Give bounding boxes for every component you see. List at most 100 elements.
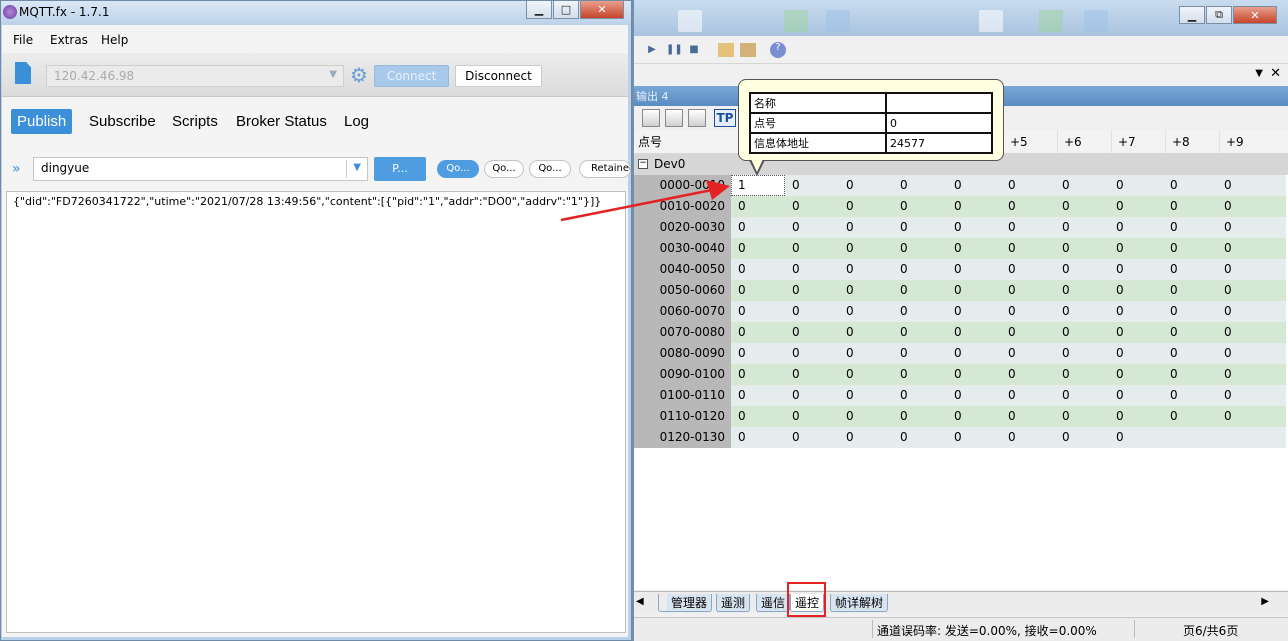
point-value-cell[interactable]: 0 [785, 196, 800, 217]
point-value-cell[interactable]: 0 [785, 238, 800, 259]
connection-profile-icon[interactable] [15, 62, 31, 84]
point-value-cell[interactable]: 0 [1001, 175, 1016, 196]
point-value-cell[interactable]: 0 [1217, 280, 1232, 301]
view-icon[interactable] [688, 109, 706, 127]
mqttfx-titlebar[interactable]: MQTT.fx - 1.7.1 ▁ □ ✕ [1, 1, 631, 25]
point-value-cell[interactable]: 0 [785, 364, 800, 385]
table-row[interactable]: 0010-0020 0 0 0 0 0 0 0 0 0 0 [634, 196, 1288, 217]
table-row[interactable]: 0040-0050 0 0 0 0 0 0 0 0 0 0 [634, 259, 1288, 280]
point-value-cell[interactable]: 0 [839, 343, 854, 364]
point-value-cell[interactable]: 0 [1109, 364, 1124, 385]
point-value-cell[interactable]: 0 [1217, 196, 1232, 217]
point-value-cell[interactable]: 0 [893, 385, 908, 406]
point-value-cell[interactable]: 0 [1109, 301, 1124, 322]
point-value-cell[interactable]: 0 [1001, 301, 1016, 322]
app-icon[interactable] [1039, 10, 1063, 32]
scroll-left-icon[interactable]: ◀ [636, 596, 644, 607]
point-value-cell[interactable]: 0 [839, 280, 854, 301]
table-row[interactable]: 0030-0040 0 0 0 0 0 0 0 0 0 0 [634, 238, 1288, 259]
table-row[interactable]: 0070-0080 0 0 0 0 0 0 0 0 0 0 [634, 322, 1288, 343]
point-value-cell[interactable]: 0 [1055, 343, 1070, 364]
point-value-cell[interactable]: 0 [893, 301, 908, 322]
broker-select[interactable]: 120.42.46.98 ▼ [46, 65, 344, 87]
point-value-cell[interactable]: 0 [731, 385, 746, 406]
settings-icon[interactable] [740, 43, 756, 57]
table-row[interactable]: 0100-0110 0 0 0 0 0 0 0 0 0 0 [634, 385, 1288, 406]
point-value-cell[interactable]: 0 [839, 175, 854, 196]
point-value-cell[interactable]: 0 [893, 280, 908, 301]
chevron-down-icon[interactable]: ▼ [1255, 68, 1263, 79]
topic-input[interactable]: dingyue ▼ [33, 157, 368, 181]
app-icon[interactable] [678, 10, 702, 32]
play-icon[interactable]: ▶ [646, 44, 658, 56]
point-value-cell[interactable]: 0 [1163, 217, 1178, 238]
point-value-cell[interactable]: 0 [785, 217, 800, 238]
tab-telesignal[interactable]: 遥信 [756, 594, 791, 612]
help-icon[interactable]: ? [770, 42, 786, 58]
minimize-button[interactable]: ▁ [526, 1, 552, 19]
restore-button[interactable]: ⧉ [1206, 6, 1232, 24]
point-value-cell[interactable]: 0 [947, 343, 962, 364]
point-value-cell[interactable]: 0 [785, 343, 800, 364]
point-value-cell[interactable]: 0 [1109, 427, 1124, 448]
point-value-cell[interactable]: 0 [947, 406, 962, 427]
minimize-button[interactable]: ▁ [1179, 6, 1205, 24]
point-value-cell[interactable]: 0 [1001, 217, 1016, 238]
point-value-cell[interactable]: 0 [893, 238, 908, 259]
point-value-cell[interactable]: 0 [731, 196, 746, 217]
point-value-cell[interactable]: 0 [1163, 259, 1178, 280]
payload-editor[interactable]: {"did":"FD7260341722","utime":"2021/07/2… [6, 191, 626, 633]
point-value-cell[interactable]: 0 [731, 343, 746, 364]
stop-icon[interactable]: ■ [688, 44, 700, 56]
app-icon[interactable] [1084, 10, 1108, 32]
point-value-cell[interactable]: 0 [1001, 280, 1016, 301]
point-value-cell[interactable]: 0 [1055, 385, 1070, 406]
tab-manager[interactable]: 管理器 [658, 594, 713, 612]
qos2-button[interactable]: Qo... [529, 160, 571, 178]
qos0-button[interactable]: Qo... [437, 160, 479, 178]
connect-button[interactable]: Connect [374, 65, 449, 87]
table-row[interactable]: 0050-0060 0 0 0 0 0 0 0 0 0 0 [634, 280, 1288, 301]
point-value-cell[interactable]: 0 [1055, 301, 1070, 322]
point-value-cell[interactable]: 0 [1217, 322, 1232, 343]
point-value-cell[interactable]: 0 [1055, 406, 1070, 427]
tab-broker-status[interactable]: Broker Status [236, 109, 327, 134]
point-value-cell[interactable]: 0 [1163, 406, 1178, 427]
point-value-cell[interactable]: 0 [1001, 343, 1016, 364]
point-value-cell[interactable]: 0 [1055, 322, 1070, 343]
gear-icon[interactable]: ⚙ [348, 64, 370, 86]
point-value-cell[interactable]: 0 [893, 406, 908, 427]
point-value-cell[interactable]: 0 [1163, 385, 1178, 406]
menu-extras[interactable]: Extras [50, 33, 88, 47]
point-value-cell[interactable]: 0 [893, 217, 908, 238]
point-value-cell[interactable]: 0 [1001, 427, 1016, 448]
point-value-cell[interactable]: 0 [839, 322, 854, 343]
point-value-cell[interactable]: 0 [1109, 322, 1124, 343]
point-value-cell[interactable]: 0 [839, 217, 854, 238]
point-value-cell[interactable]: 0 [731, 301, 746, 322]
point-value-cell[interactable]: 0 [1109, 196, 1124, 217]
point-value-cell[interactable]: 0 [893, 196, 908, 217]
qos1-button[interactable]: Qo... [484, 160, 524, 178]
chevron-down-icon[interactable]: ▼ [353, 162, 361, 173]
point-value-cell[interactable]: 0 [731, 364, 746, 385]
tab-publish[interactable]: Publish [11, 109, 73, 134]
point-value-cell[interactable]: 0 [947, 385, 962, 406]
point-value-cell[interactable]: 0 [839, 238, 854, 259]
point-value-cell[interactable]: 0 [785, 406, 800, 427]
pause-icon[interactable]: ❚❚ [666, 44, 683, 56]
point-value-cell[interactable]: 0 [785, 280, 800, 301]
point-value-cell[interactable]: 0 [1055, 238, 1070, 259]
point-value-cell[interactable]: 0 [1055, 196, 1070, 217]
point-value-cell[interactable]: 0 [1163, 322, 1178, 343]
maximize-button[interactable]: □ [553, 1, 579, 19]
point-value-cell[interactable]: 0 [1055, 175, 1070, 196]
point-value-cell[interactable]: 0 [731, 427, 746, 448]
point-value-cell[interactable]: 0 [1055, 217, 1070, 238]
view-icon[interactable] [642, 109, 660, 127]
point-value-cell[interactable]: 0 [1001, 364, 1016, 385]
point-value-cell[interactable]: 0 [1109, 175, 1124, 196]
tab-frame-tree[interactable]: 帧详解树 [830, 594, 889, 612]
point-value-cell[interactable]: 0 [785, 385, 800, 406]
point-value-cell[interactable]: 0 [893, 322, 908, 343]
